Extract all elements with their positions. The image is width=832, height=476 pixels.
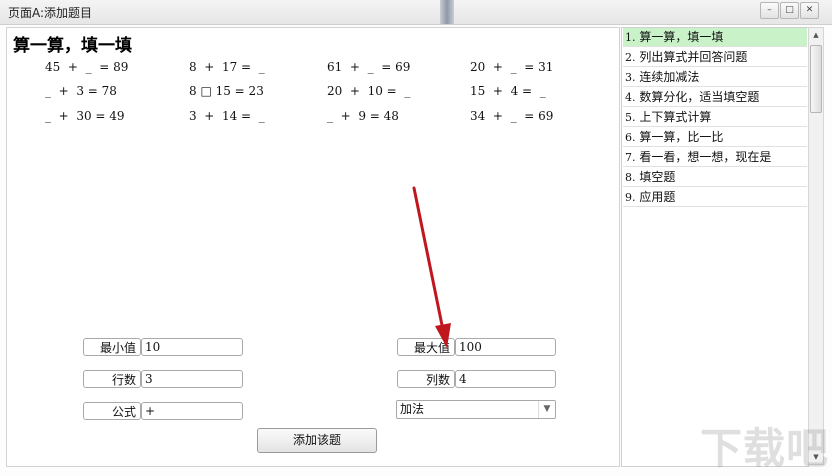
arrow-head bbox=[435, 323, 451, 348]
annotation-arrow bbox=[412, 186, 451, 348]
arrow-shaft bbox=[412, 186, 445, 332]
